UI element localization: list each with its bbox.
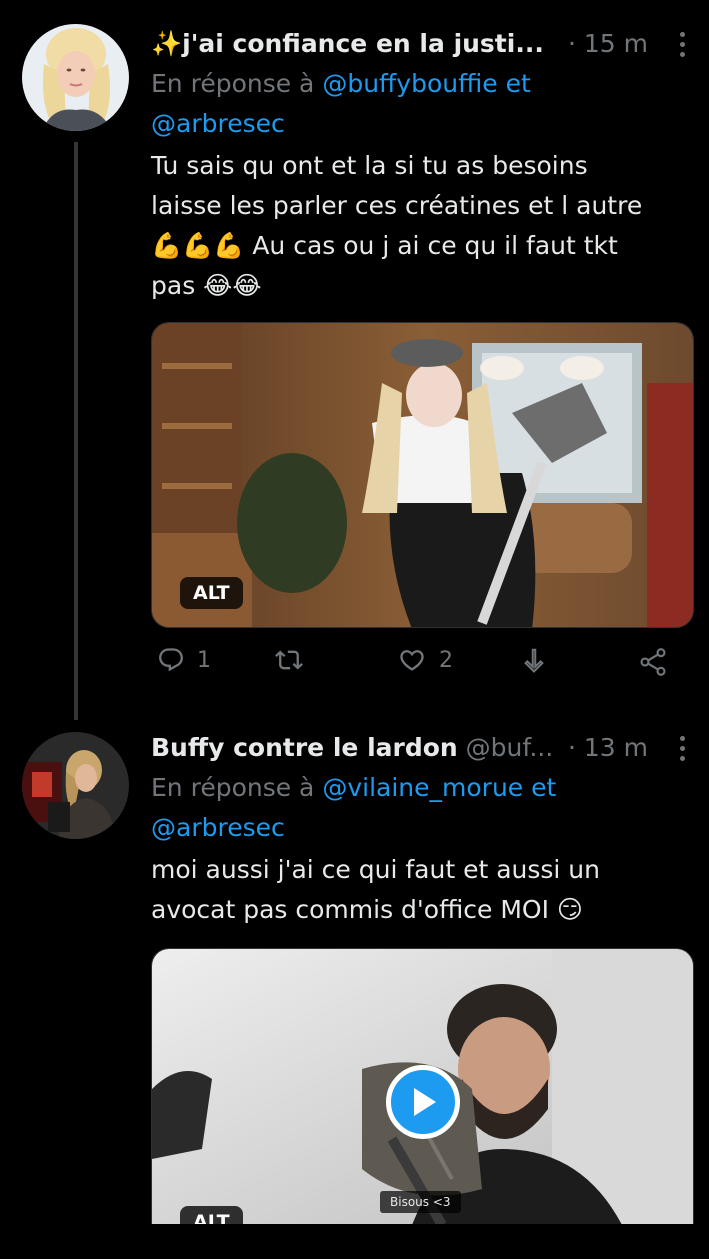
tweet-text-line: 💪💪💪 Au cas ou j ai ce qu il faut tkt	[151, 231, 618, 260]
reply-button[interactable]: 1	[157, 646, 211, 674]
reply-prefix: En réponse à	[151, 69, 315, 98]
download-button[interactable]	[519, 646, 549, 676]
tweet-time[interactable]: · 15 m	[568, 24, 648, 64]
like-button[interactable]: 2	[397, 646, 453, 674]
tweet-text: moi aussi j'ai ce qui faut et aussi un a…	[151, 850, 696, 930]
reply-count: 1	[197, 647, 211, 673]
tweet[interactable]: Buffy contre le lardon @buf... · 13 m En…	[0, 720, 709, 1259]
share-icon	[640, 648, 666, 676]
tweet-text-line: moi aussi j'ai ce qui faut et aussi un	[151, 855, 600, 884]
download-icon	[524, 648, 544, 673]
tweet-time[interactable]: · 13 m	[568, 728, 648, 768]
share-button[interactable]	[637, 646, 669, 678]
reply-context: En réponse à @vilaine_morue et	[151, 768, 696, 808]
alt-text-badge[interactable]: ALT	[180, 577, 243, 609]
mention-link[interactable]: @arbresec	[151, 813, 285, 842]
video-caption: Bisous <3	[380, 1191, 461, 1213]
mention-link[interactable]: @arbresec	[151, 109, 285, 138]
user-handle[interactable]: @buf...	[466, 733, 554, 762]
display-name[interactable]: ✨j'ai confiance en la justi...	[151, 29, 544, 58]
timeline: ✨j'ai confiance en la justi... · 15 m En…	[0, 0, 709, 1259]
more-vertical-icon[interactable]	[668, 30, 696, 58]
tweet-text: Tu sais qu ont et la si tu as besoins la…	[151, 146, 696, 306]
reply-prefix: En réponse à	[151, 773, 315, 802]
tweet[interactable]: ✨j'ai confiance en la justi... · 15 m En…	[0, 0, 709, 720]
alt-text-badge[interactable]: ALT	[180, 1206, 243, 1224]
play-icon	[414, 1088, 436, 1116]
tweet-text-line: avocat pas commis d'office MOI 😏	[151, 895, 583, 924]
retweet-button[interactable]	[273, 646, 317, 674]
tweet-media-gif[interactable]: ALT	[151, 322, 694, 628]
tweet-text-line: Tu sais qu ont et la si tu as besoins	[151, 151, 588, 180]
like-count: 2	[439, 647, 453, 673]
display-name[interactable]: Buffy contre le lardon	[151, 733, 458, 762]
mention-link[interactable]: @vilaine_morue	[322, 773, 523, 802]
reply-icon	[159, 648, 183, 672]
avatar[interactable]	[22, 732, 129, 839]
more-vertical-icon[interactable]	[668, 734, 696, 762]
play-button[interactable]	[386, 1065, 460, 1139]
reply-context: En réponse à @buffybouffie et	[151, 64, 696, 104]
tweet-text-line: laisse les parler ces créatines et l aut…	[151, 191, 643, 220]
tweet-media-video[interactable]: Bisous <3 ALT	[151, 948, 694, 1224]
avatar[interactable]	[22, 24, 129, 131]
mention-joiner[interactable]: et	[506, 69, 531, 98]
tweet-text-line: pas 😂😂	[151, 271, 262, 300]
tweet-actions: 1 2	[151, 646, 696, 696]
thread-line	[74, 142, 78, 720]
heart-icon	[400, 650, 424, 671]
mention-joiner[interactable]: et	[531, 773, 556, 802]
retweet-icon	[275, 650, 303, 670]
mention-link[interactable]: @buffybouffie	[322, 69, 497, 98]
